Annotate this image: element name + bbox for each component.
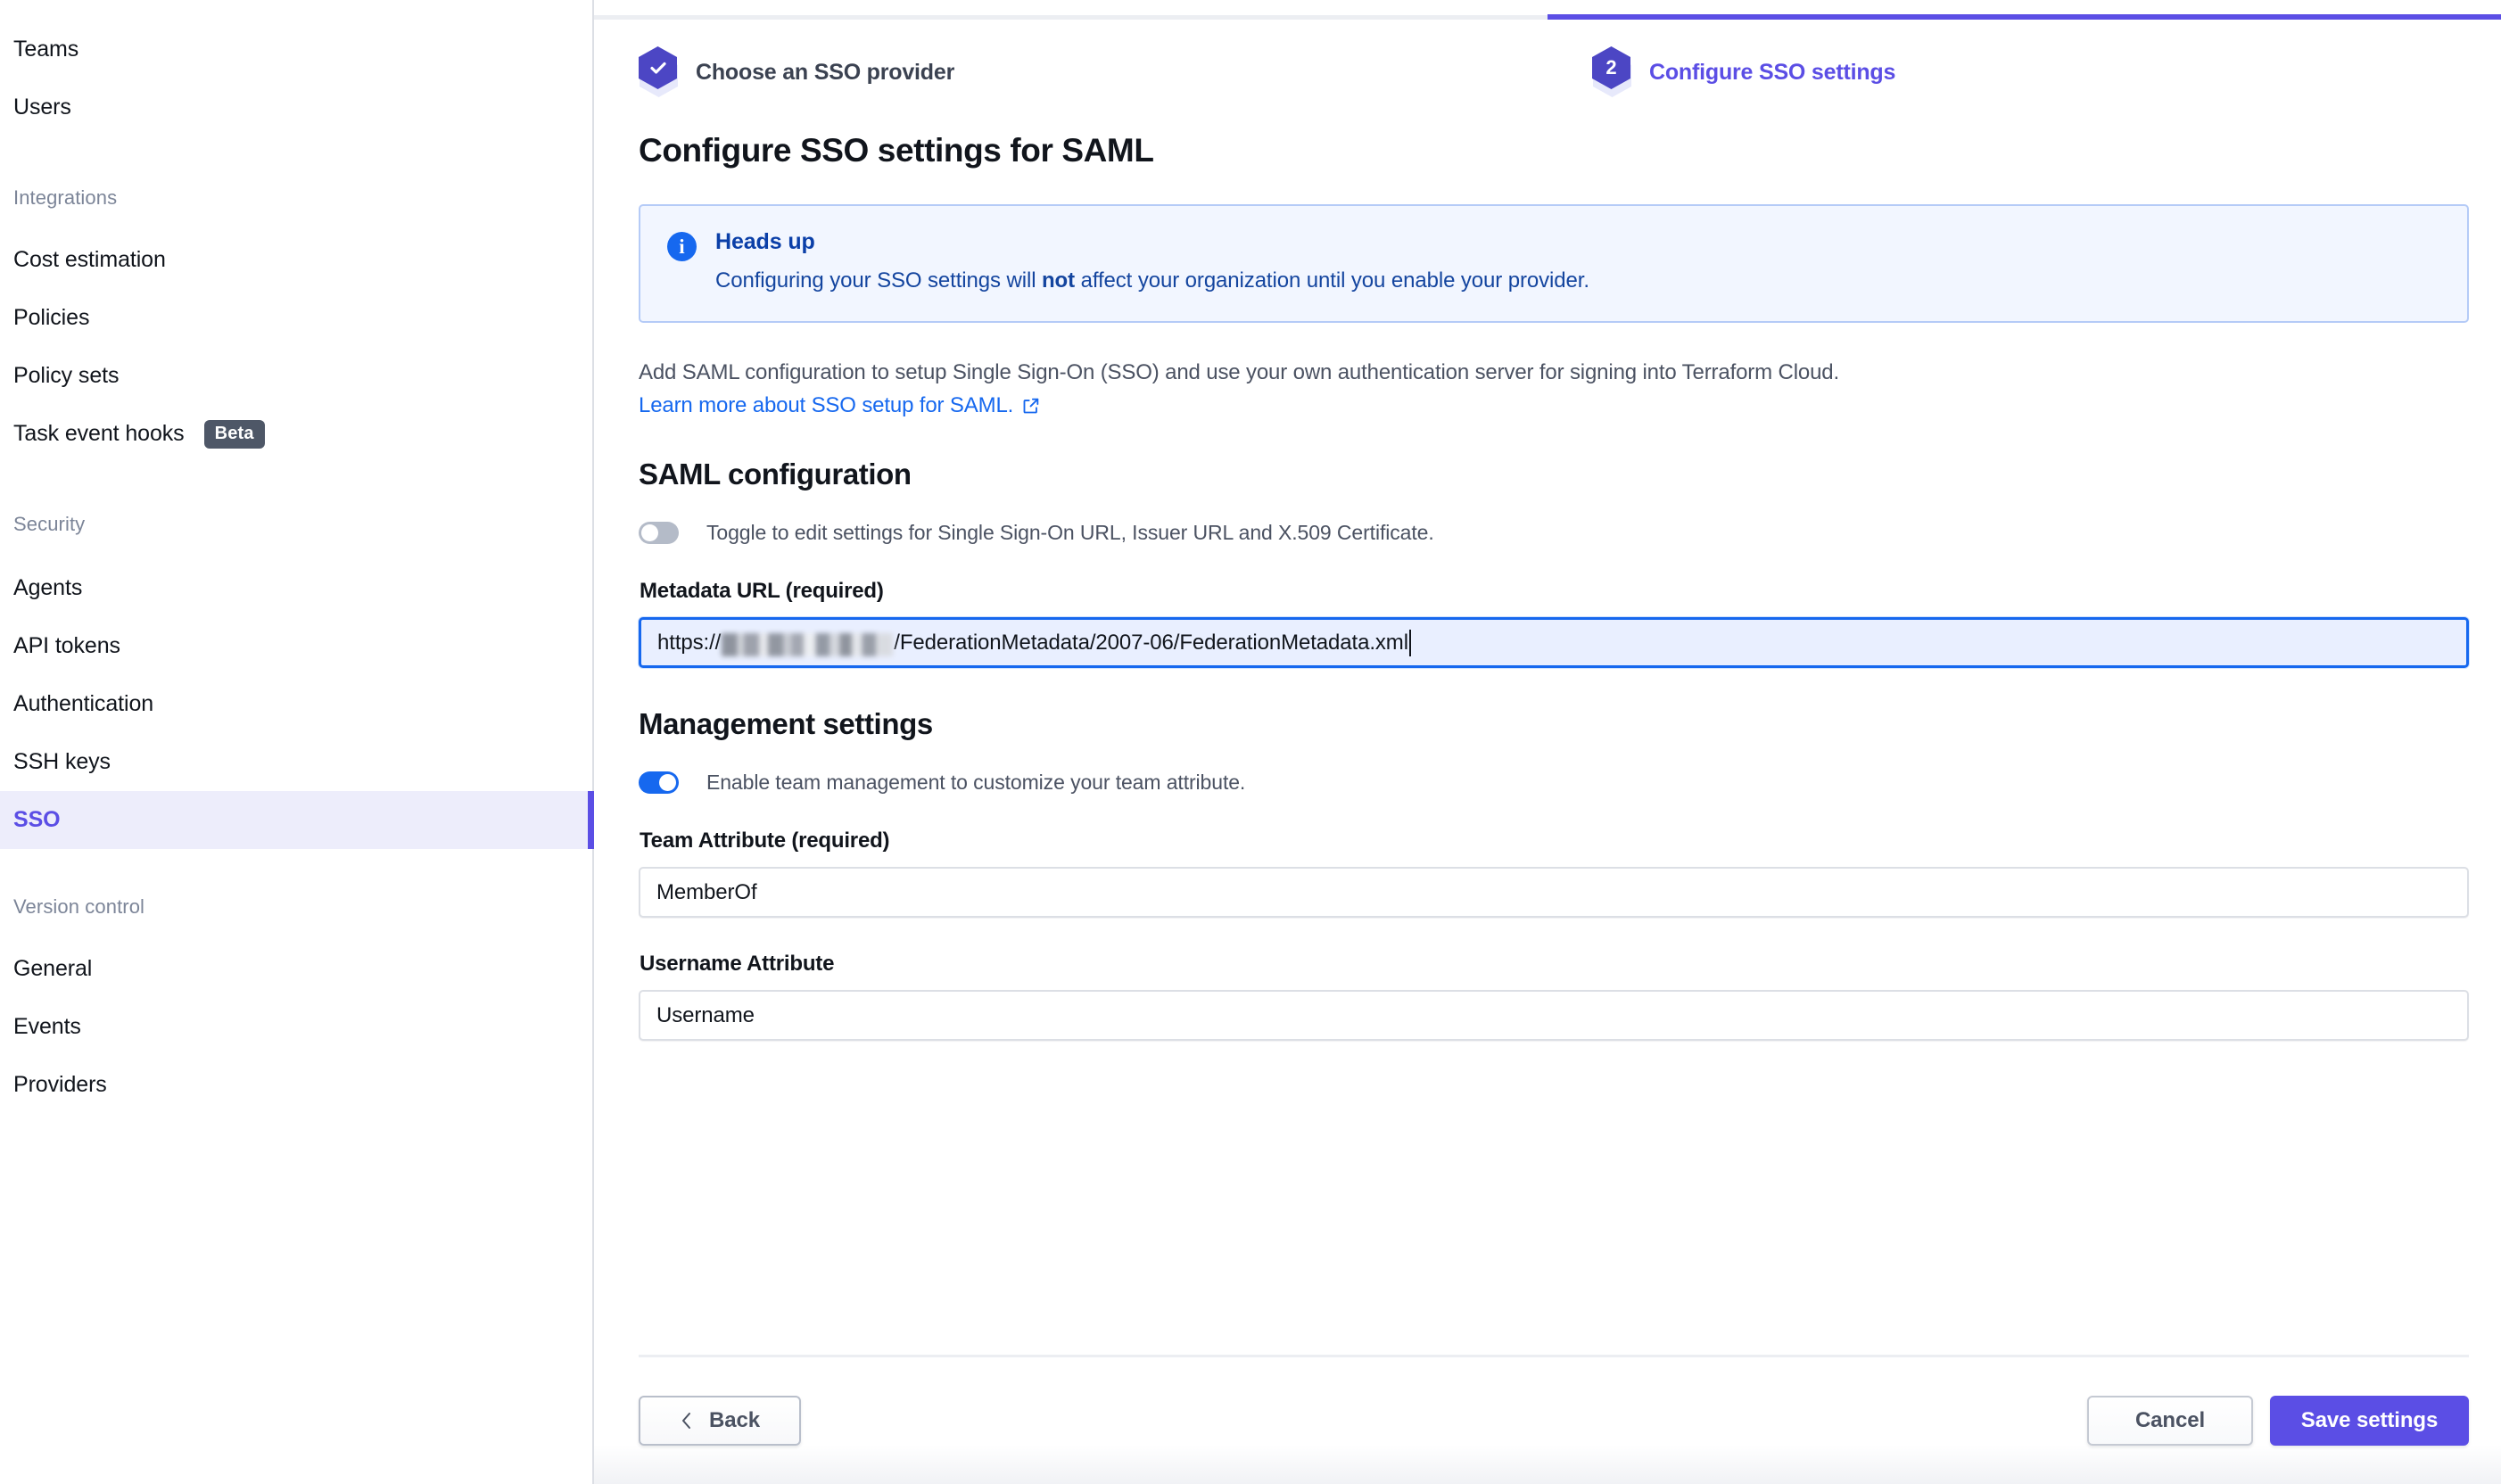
beta-badge: Beta [203, 419, 265, 449]
main-content: Choose an SSO provider 2 Configure SSO s… [594, 0, 2501, 1484]
step-progress-rail [1548, 14, 2501, 20]
step-progress-rail [594, 15, 1548, 20]
heads-up-alert: i Heads up Configuring your SSO settings… [639, 204, 2469, 323]
info-icon: i [667, 232, 697, 261]
step-marker: 2 [1592, 46, 1632, 98]
sidebar-item-teams[interactable]: Teams [0, 21, 592, 78]
sidebar-item-task-event-hooks[interactable]: Task event hooks Beta [0, 405, 592, 463]
team-management-toggle[interactable] [639, 771, 679, 795]
alert-text-emphasis: not [1042, 268, 1076, 293]
metadata-url-suffix: /FederationMetadata/2007-06/FederationMe… [894, 630, 1408, 655]
back-button-label: Back [709, 1408, 760, 1432]
saml-edit-toggle-row: Toggle to edit settings for Single Sign-… [639, 521, 2469, 545]
management-settings-heading: Management settings [639, 707, 933, 741]
sso-setup-stepper: Choose an SSO provider 2 Configure SSO s… [594, 14, 2501, 98]
content-body: Configure SSO settings for SAML i Heads … [594, 132, 2501, 1042]
sidebar-section-label: Security [13, 513, 86, 535]
sidebar-item-label: Policies [13, 305, 90, 330]
sidebar-item-users[interactable]: Users [0, 78, 592, 136]
sidebar-item-general[interactable]: General [0, 940, 592, 998]
sidebar-item-label: Cost estimation [13, 247, 166, 272]
toggle-knob [641, 524, 658, 542]
footer-divider [639, 1355, 2469, 1357]
bottom-shadow [594, 1445, 2501, 1484]
sidebar-item-label: Task event hooks [13, 421, 185, 446]
sidebar-section-security: Security [0, 490, 592, 536]
saml-edit-toggle[interactable] [639, 522, 679, 545]
username-attribute-input[interactable]: Username [639, 990, 2469, 1042]
team-attribute-input[interactable]: MemberOf [639, 867, 2469, 919]
save-settings-button[interactable]: Save settings [2270, 1396, 2469, 1446]
team-attribute-label: Team Attribute (required) [640, 829, 890, 853]
sidebar-item-label: Agents [13, 575, 83, 600]
sso-settings-page: Teams Users Integrations Cost estimation… [0, 0, 2501, 1484]
sidebar-item-providers[interactable]: Providers [0, 1056, 592, 1114]
metadata-url-field: Metadata URL (required) https:// /Federat… [639, 579, 2469, 669]
sidebar-section-label: Integrations [13, 186, 118, 209]
metadata-url-label: Metadata URL (required) [640, 579, 884, 604]
page-description: Add SAML configuration to setup Single S… [639, 360, 1839, 384]
learn-more-link[interactable]: Learn more about SSO setup for SAML. [639, 393, 1041, 418]
sidebar-item-policy-sets[interactable]: Policy sets [0, 347, 592, 405]
team-management-toggle-label: Enable team management to customize your… [706, 771, 1246, 795]
saml-edit-toggle-label: Toggle to edit settings for Single Sign-… [706, 521, 1434, 545]
sidebar-item-label: Teams [13, 37, 79, 62]
sidebar-item-label: SSO [13, 807, 61, 832]
external-link-icon [1021, 396, 1041, 416]
sidebar-item-api-tokens[interactable]: API tokens [0, 617, 592, 675]
sidebar-section-integrations: Integrations [0, 163, 592, 210]
metadata-url-input[interactable]: https:// /FederationMetadata/2007-06/Fede… [639, 617, 2469, 669]
sidebar-item-cost-estimation[interactable]: Cost estimation [0, 231, 592, 289]
toggle-knob [659, 774, 676, 792]
team-attribute-field: Team Attribute (required) MemberOf [639, 829, 2469, 919]
sidebar-item-ssh-keys[interactable]: SSH keys [0, 733, 592, 791]
form-footer: Back Cancel Save settings [639, 1396, 2469, 1446]
sidebar-section-version-control: Version control [0, 872, 592, 919]
sidebar-item-label: Providers [13, 1072, 107, 1097]
active-indicator-bar [588, 791, 594, 849]
step-label: Choose an SSO provider [696, 59, 955, 85]
sidebar-item-label: Events [13, 1014, 81, 1039]
saml-configuration-heading: SAML configuration [639, 458, 912, 491]
sidebar-item-policies[interactable]: Policies [0, 289, 592, 347]
sidebar-section-label: Version control [13, 895, 145, 918]
sidebar-item-label: General [13, 956, 93, 981]
alert-title: Heads up [715, 229, 815, 254]
redacted-host [722, 632, 894, 656]
alert-text-after: affect your organization until you enabl… [1075, 268, 1589, 293]
settings-sidebar: Teams Users Integrations Cost estimation… [0, 0, 594, 1484]
step-label: Configure SSO settings [1649, 59, 1896, 85]
chevron-left-icon [680, 1410, 694, 1431]
sidebar-item-label: SSH keys [13, 749, 111, 774]
username-attribute-field: Username Attribute Username [639, 952, 2469, 1042]
sidebar-item-events[interactable]: Events [0, 998, 592, 1056]
alert-text: Configuring your SSO settings will not a… [715, 268, 1589, 294]
cancel-button-label: Cancel [2134, 1408, 2206, 1432]
text-caret [1408, 629, 1411, 656]
back-button[interactable]: Back [639, 1396, 801, 1446]
metadata-url-prefix: https:// [657, 630, 722, 655]
step-number: 2 [1605, 56, 1617, 78]
sidebar-item-agents[interactable]: Agents [0, 559, 592, 617]
step-choose-sso-provider[interactable]: Choose an SSO provider [594, 15, 1548, 98]
sidebar-item-sso[interactable]: SSO [0, 791, 594, 849]
sidebar-item-label: Authentication [13, 691, 154, 716]
step-configure-sso-settings[interactable]: 2 Configure SSO settings [1548, 14, 2501, 98]
team-management-toggle-row: Enable team management to customize your… [639, 771, 2469, 795]
page-title: Configure SSO settings for SAML [639, 132, 1154, 169]
sidebar-item-label: Users [13, 95, 71, 120]
alert-text-before: Configuring your SSO settings will [715, 268, 1042, 293]
sidebar-item-authentication[interactable]: Authentication [0, 675, 592, 733]
cancel-button[interactable]: Cancel [2087, 1396, 2253, 1446]
save-settings-button-label: Save settings [2300, 1408, 2439, 1432]
step-marker [639, 46, 679, 98]
learn-more-label: Learn more about SSO setup for SAML. [639, 393, 1014, 418]
sidebar-item-label: API tokens [13, 633, 120, 658]
username-attribute-label: Username Attribute [640, 952, 835, 977]
sidebar-item-label: Policy sets [13, 363, 120, 388]
